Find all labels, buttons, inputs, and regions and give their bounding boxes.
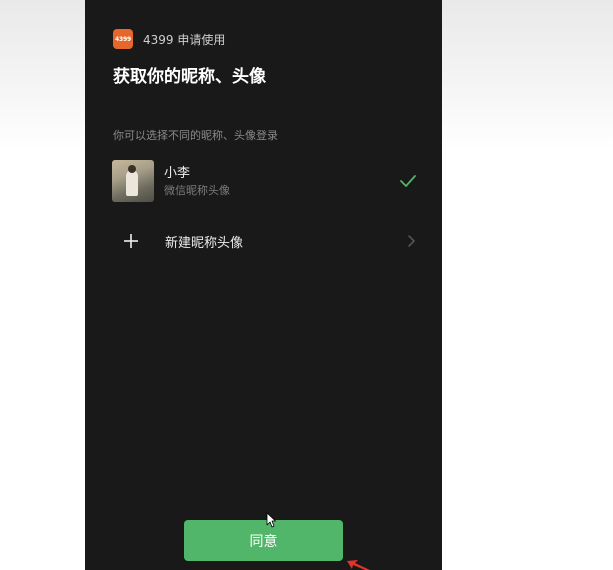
app-logo: 4399 xyxy=(113,29,133,49)
page-subtitle: 你可以选择不同的昵称、头像登录 xyxy=(113,129,278,142)
chevron-right-icon xyxy=(408,235,415,247)
check-icon xyxy=(400,175,416,187)
app-request-text: 4399 申请使用 xyxy=(143,32,226,47)
app-logo-text: 4399 xyxy=(115,35,131,43)
new-profile-label: 新建昵称头像 xyxy=(165,236,244,251)
red-arrow-icon xyxy=(347,560,370,570)
account-item-wechat[interactable]: 小李 微信昵称头像 xyxy=(112,160,417,204)
account-source: 微信昵称头像 xyxy=(164,184,230,197)
avatar xyxy=(112,160,154,202)
account-name: 小李 xyxy=(164,166,191,181)
agree-button[interactable]: 同意 xyxy=(184,520,343,561)
mouse-cursor-icon xyxy=(266,512,276,528)
page-title: 获取你的昵称、头像 xyxy=(113,67,266,87)
plus-icon xyxy=(124,234,138,248)
new-profile-item[interactable]: 新建昵称头像 xyxy=(123,229,417,253)
phone-screen: 4399 4399 申请使用 获取你的昵称、头像 你可以选择不同的昵称、头像登录… xyxy=(85,0,442,570)
app-header: 4399 4399 申请使用 xyxy=(113,29,225,49)
